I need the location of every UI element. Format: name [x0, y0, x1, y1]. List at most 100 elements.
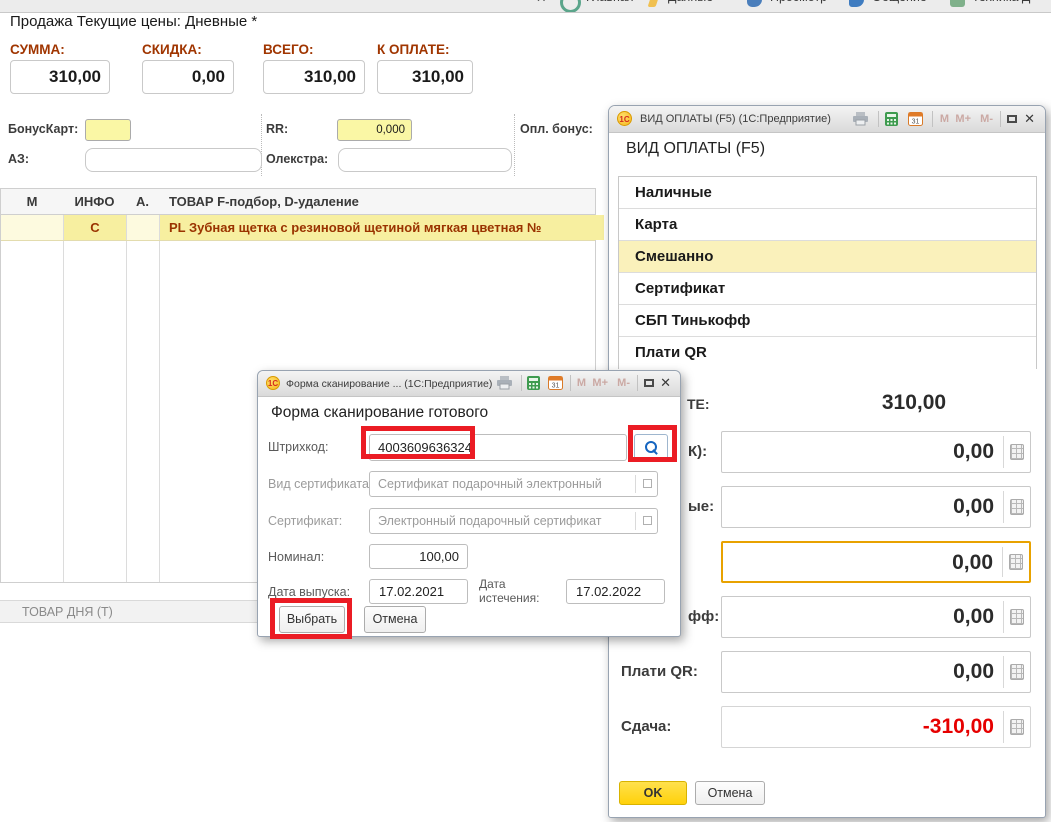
memory-button[interactable]: M — [577, 377, 586, 389]
expiry-date-input[interactable]: 17.02.2022 — [566, 579, 665, 604]
eye-icon — [747, 0, 762, 7]
annotation-barcode-value — [361, 426, 475, 459]
calculator-icon[interactable] — [1010, 444, 1024, 460]
separator — [635, 512, 636, 530]
cash-amount-value: 0,00 — [953, 487, 994, 527]
rr-input[interactable]: 0,000 — [337, 119, 412, 141]
maximize-icon[interactable] — [1007, 115, 1017, 123]
open-icon[interactable] — [643, 516, 652, 525]
print-icon[interactable] — [496, 376, 513, 395]
phone-icon — [849, 0, 864, 7]
ribbon-item-obshchenie[interactable]: Общение — [872, 0, 927, 12]
calendar-icon[interactable]: 31 — [548, 376, 563, 395]
separator — [514, 114, 515, 176]
payment-option-smeshanno[interactable]: Смешанно — [619, 241, 1036, 273]
svg-text:31: 31 — [552, 383, 560, 390]
nominal-input[interactable]: 100,00 — [369, 544, 468, 569]
cash-amount-field[interactable]: 0,00 — [721, 486, 1031, 528]
issue-date-input[interactable]: 17.02.2021 — [369, 579, 468, 604]
separator — [1000, 111, 1001, 127]
payment-options-list: Наличные Карта Смешанно Сертификат СБП Т… — [618, 176, 1037, 369]
ribbon-item-tekhnika[interactable]: Техника Д — [972, 0, 1030, 12]
separator — [637, 375, 638, 391]
print-icon[interactable] — [852, 112, 869, 131]
calculator-icon[interactable] — [1010, 609, 1024, 625]
page-title: Продажа Текущие цены: Дневные * — [10, 13, 257, 30]
payment-option-plati-qr[interactable]: Плати QR — [619, 337, 1036, 369]
payment-dialog-header: ВИД ОПЛАТЫ (F5) — [626, 140, 765, 158]
payment-option-sbp-tinkoff[interactable]: СБП Тинькофф — [619, 305, 1036, 337]
close-icon[interactable]: ✕ — [660, 375, 671, 391]
memory-plus-button[interactable]: M+ — [955, 113, 971, 125]
1c-logo-icon: 1С — [266, 376, 280, 390]
sbp-amount-field[interactable]: 0,00 — [721, 596, 1031, 638]
memory-button[interactable]: M — [940, 113, 949, 125]
calculator-icon[interactable] — [1009, 554, 1023, 570]
scan-dialog: 1С Форма сканирование ... (1С:Предприяти… — [257, 370, 681, 637]
cert-field[interactable]: Электронный подарочный сертификат — [369, 508, 658, 534]
nominal-label: Номинал: — [268, 550, 324, 564]
sbp-amount-label: фф: — [688, 608, 719, 625]
bonus-card-input[interactable] — [85, 119, 131, 141]
close-icon[interactable]: ✕ — [1024, 111, 1035, 127]
ok-button[interactable]: OK — [619, 781, 687, 805]
cell-a — [127, 215, 159, 240]
k-oplate-value: 310,00 — [377, 60, 473, 94]
summa-label: СУММА: — [10, 42, 65, 57]
bonus-card-label: БонусКарт: — [8, 122, 78, 136]
separator — [878, 111, 879, 127]
card-amount-label: К): — [688, 443, 707, 460]
table-row[interactable]: С PL Зубная щетка с резиновой щетиной мя… — [1, 215, 595, 241]
skidka-value: 0,00 — [142, 60, 234, 94]
memory-plus-button[interactable]: M+ — [592, 377, 608, 389]
card-amount-field[interactable]: 0,00 — [721, 431, 1031, 473]
scan-dialog-titlebar: 1С Форма сканирование ... (1С:Предприяти… — [258, 371, 680, 397]
cell-tovar: PL Зубная щетка с резиновой щетиной мягк… — [160, 215, 604, 240]
maximize-icon[interactable] — [644, 379, 654, 387]
screen: ✕ Главная Данные Просмотр Общение Техник… — [0, 0, 1051, 822]
open-icon[interactable] — [643, 479, 652, 488]
calculator-icon[interactable] — [527, 376, 541, 396]
az-label: АЗ: — [8, 152, 29, 166]
payment-dialog-title: ВИД ОПЛАТЫ (F5) (1С:Предприятие) — [640, 113, 831, 125]
expiry-date-label: Дата истечения: — [479, 577, 539, 605]
calculator-icon[interactable] — [885, 112, 899, 132]
az-input[interactable] — [85, 148, 262, 172]
payment-cancel-button[interactable]: Отмена — [695, 781, 765, 805]
vsego-label: ВСЕГО: — [263, 42, 313, 57]
payment-option-nalichnye[interactable]: Наличные — [619, 177, 1036, 209]
cash-amount-label: ые: — [688, 498, 714, 515]
calculator-icon[interactable] — [1010, 719, 1024, 735]
plati-qr-amount-label: Плати QR: — [621, 663, 698, 680]
scan-dialog-header: Форма сканирование готового — [271, 404, 488, 422]
calculator-icon[interactable] — [1010, 499, 1024, 515]
memory-minus-button[interactable]: M- — [617, 377, 630, 389]
scan-cancel-button[interactable]: Отмена — [364, 606, 426, 633]
payment-option-sertifikat[interactable]: Сертификат — [619, 273, 1036, 305]
cert-type-label: Вид сертификата: — [268, 477, 372, 491]
card-amount-value: 0,00 — [953, 432, 994, 472]
expiry-date-label-line2: истечения: — [479, 591, 539, 605]
top-ribbon: ✕ Главная Данные Просмотр Общение Техник… — [0, 0, 1051, 13]
cert-type-field[interactable]: Сертификат подарочный электронный — [369, 471, 658, 497]
ribbon-item-glavnaya[interactable]: Главная — [586, 0, 634, 12]
column-divider — [126, 189, 127, 582]
puzzle-icon — [950, 0, 965, 7]
ribbon-item-prosmotr[interactable]: Просмотр — [770, 0, 827, 12]
plati-qr-amount-field[interactable]: 0,00 — [721, 651, 1031, 693]
1c-logo-icon: 1С — [617, 111, 632, 126]
olextra-input[interactable] — [338, 148, 512, 172]
col-header-info: ИНФО — [63, 189, 126, 215]
ribbon-close-icon[interactable]: ✕ — [536, 0, 546, 12]
separator — [1003, 491, 1004, 523]
skidka-label: СКИДКА: — [142, 42, 202, 57]
payment-option-karta[interactable]: Карта — [619, 209, 1036, 241]
calculator-icon[interactable] — [1010, 664, 1024, 680]
ribbon-item-dannye[interactable]: Данные — [668, 0, 713, 12]
calendar-icon[interactable]: 31 — [908, 112, 923, 131]
issue-date-label: Дата выпуска: — [268, 585, 350, 599]
memory-minus-button[interactable]: M- — [980, 113, 993, 125]
separator — [1003, 601, 1004, 633]
certificate-amount-field-focused[interactable]: 0,00 — [721, 541, 1031, 583]
scan-dialog-title: Форма сканирование ... (1С:Предприятие) — [286, 378, 492, 390]
